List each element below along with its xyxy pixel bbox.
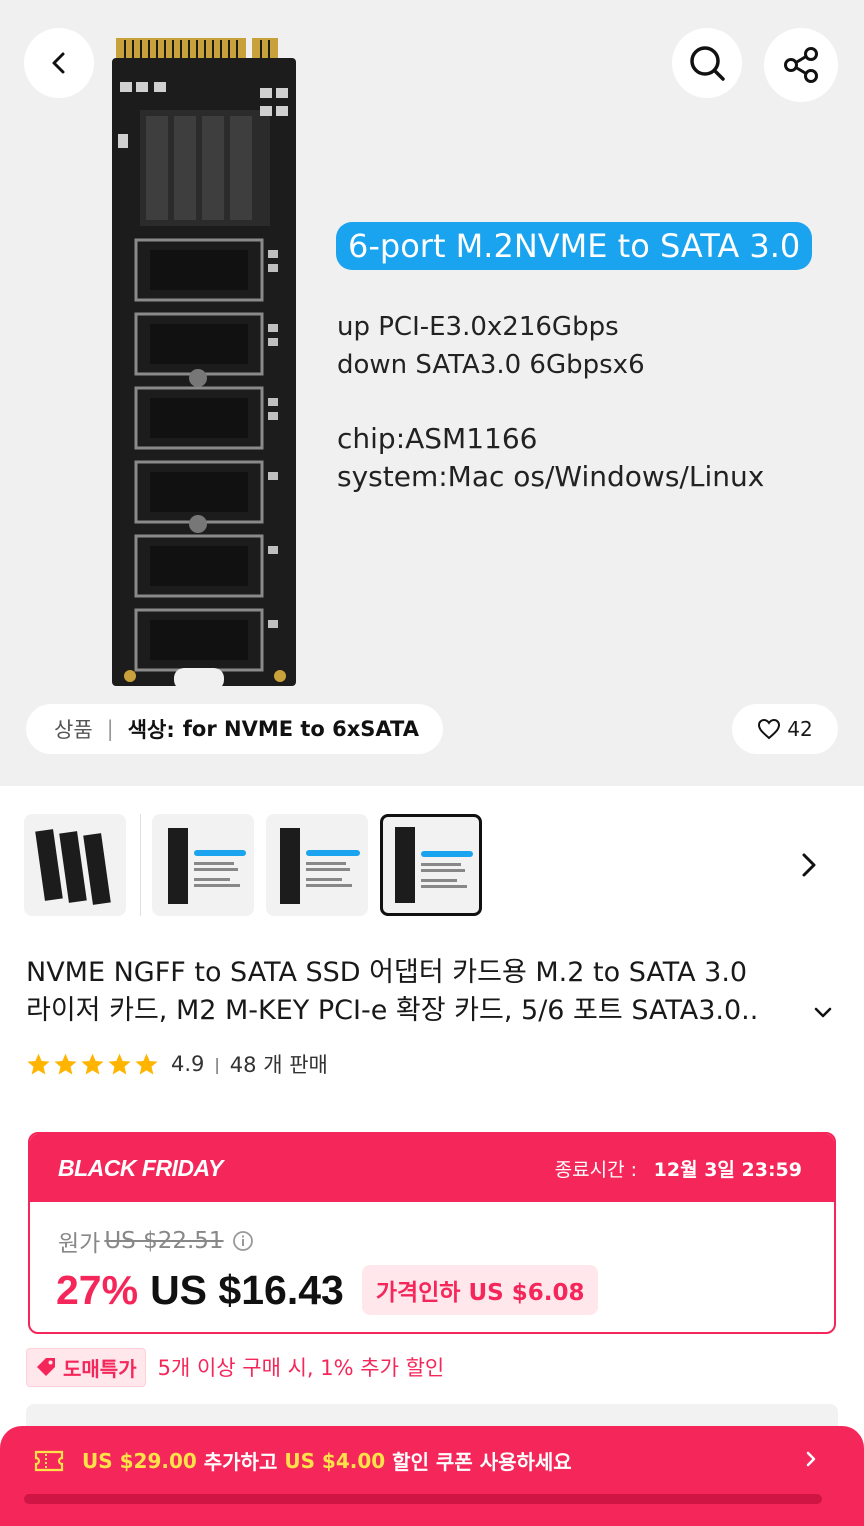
variant-option-label: 색상: <box>127 718 175 742</box>
spec-line-chip: chip:ASM1166 <box>337 422 538 455</box>
coupon-text-1: 추가하고 <box>196 1450 285 1474</box>
variant-selector[interactable]: 상품 | 색상: for NVME to 6xSATA <box>26 704 444 754</box>
rating-row[interactable]: 4.9 | 48 개 판매 <box>26 1048 328 1080</box>
back-button[interactable] <box>24 28 94 98</box>
rating-value: 4.9 <box>171 1052 205 1076</box>
promo-end-value: 12월 3일 23:59 <box>653 1158 802 1181</box>
coupon-icon <box>34 1450 64 1471</box>
thumbnail-image <box>168 828 246 904</box>
current-price: US $16.43 <box>150 1266 344 1313</box>
variant-option-value: for NVME to 6xSATA <box>182 717 420 741</box>
thumbnail-image <box>395 827 473 903</box>
bulk-discount-badge: 도매특가 <box>26 1347 146 1387</box>
promo-end-time: 종료시간 : 12월 3일 23:59 <box>555 1155 802 1182</box>
star-rating <box>26 1052 159 1077</box>
spec-line-up: up PCI-E3.0x216Gbps <box>337 312 619 342</box>
thumbnail-image <box>280 828 360 904</box>
star-icon <box>81 1053 104 1074</box>
coupon-message: US $29.00 추가하고 US $4.00 할인 쿠폰 사용하세요 <box>34 1446 572 1475</box>
heart-icon <box>758 718 781 740</box>
coupon-progress-bar <box>24 1494 822 1504</box>
bulk-discount-text: 5개 이상 구매 시, 1% 추가 할인 <box>157 1356 445 1380</box>
coupon-threshold: US $29.00 <box>82 1448 197 1473</box>
search-button[interactable] <box>672 28 742 98</box>
discount-percent: 27% <box>56 1266 139 1313</box>
star-icon <box>27 1053 50 1074</box>
wishlist-count: 42 <box>787 717 813 741</box>
coupon-banner[interactable]: US $29.00 추가하고 US $4.00 할인 쿠폰 사용하세요 <box>0 1426 864 1526</box>
search-icon <box>690 46 725 81</box>
star-icon <box>135 1053 158 1074</box>
thumbnail-image <box>35 829 111 905</box>
product-title: NVME NGFF to SATA SSD 어댑터 카드용 M.2 to SAT… <box>26 954 826 1030</box>
product-title-line2: 라이저 카드, M2 M-KEY PCI-e 확장 카드, 5/6 포트 SAT… <box>26 995 759 1026</box>
thumbnail-4-selected[interactable] <box>380 814 482 916</box>
wishlist-button[interactable]: 42 <box>732 704 838 754</box>
chevron-right-icon[interactable] <box>794 850 824 880</box>
rating-separator: | <box>214 1054 220 1074</box>
original-price-label: 원가 <box>58 1231 101 1257</box>
info-icon[interactable] <box>232 1230 254 1252</box>
thumbnail-3[interactable] <box>266 814 368 916</box>
black-friday-price-box: BLACK FRIDAY 종료시간 : 12월 3일 23:59 원가 US $… <box>28 1132 836 1334</box>
star-icon <box>54 1053 77 1074</box>
back-arrow-icon <box>52 52 65 74</box>
tag-icon <box>37 1358 55 1376</box>
chevron-down-icon[interactable] <box>812 1002 834 1024</box>
product-gallery[interactable]: 6-port M.2NVME to SATA 3.0 up PCI-E3.0x2… <box>0 0 864 786</box>
sold-count: 48 개 판매 <box>229 1053 328 1077</box>
promo-end-label: 종료시간 : <box>554 1158 638 1181</box>
product-title-line1: NVME NGFF to SATA SSD 어댑터 카드용 M.2 to SAT… <box>26 957 748 988</box>
thumbnail-2[interactable] <box>152 814 254 916</box>
variant-label: 상품 <box>54 718 93 742</box>
spec-title-badge: 6-port M.2NVME to SATA 3.0 <box>336 222 813 270</box>
bulk-discount-row: 도매특가 5개 이상 구매 시, 1% 추가 할인 <box>26 1347 445 1387</box>
spec-line-down: down SATA3.0 6Gbpsx6 <box>337 350 645 380</box>
coupon-text-2: 할인 쿠폰 사용하세요 <box>385 1450 572 1474</box>
share-button[interactable] <box>764 28 838 102</box>
product-card-image <box>112 38 296 690</box>
share-icon <box>784 47 818 83</box>
original-price-row: 원가 US $22.51 <box>58 1224 254 1258</box>
promo-header: BLACK FRIDAY 종료시간 : 12월 3일 23:59 <box>30 1134 834 1202</box>
original-price: US $22.51 <box>104 1228 224 1254</box>
thumbnail-strip <box>0 812 864 918</box>
bulk-badge-label: 도매특가 <box>63 1356 137 1381</box>
black-friday-logo: BLACK FRIDAY <box>58 1154 223 1181</box>
chevron-right-icon <box>806 1451 816 1467</box>
coupon-discount: US $4.00 <box>284 1448 386 1473</box>
star-icon <box>108 1053 131 1074</box>
thumbnail-1[interactable] <box>24 814 126 916</box>
variant-separator: | <box>106 717 114 741</box>
price-drop-badge: 가격인하 US $6.08 <box>361 1265 599 1315</box>
current-price-row: 27% US $16.43 가격인하 US $6.08 <box>56 1262 599 1318</box>
spec-line-system: system:Mac os/Windows/Linux <box>337 460 765 493</box>
thumbnail-divider <box>140 814 141 916</box>
